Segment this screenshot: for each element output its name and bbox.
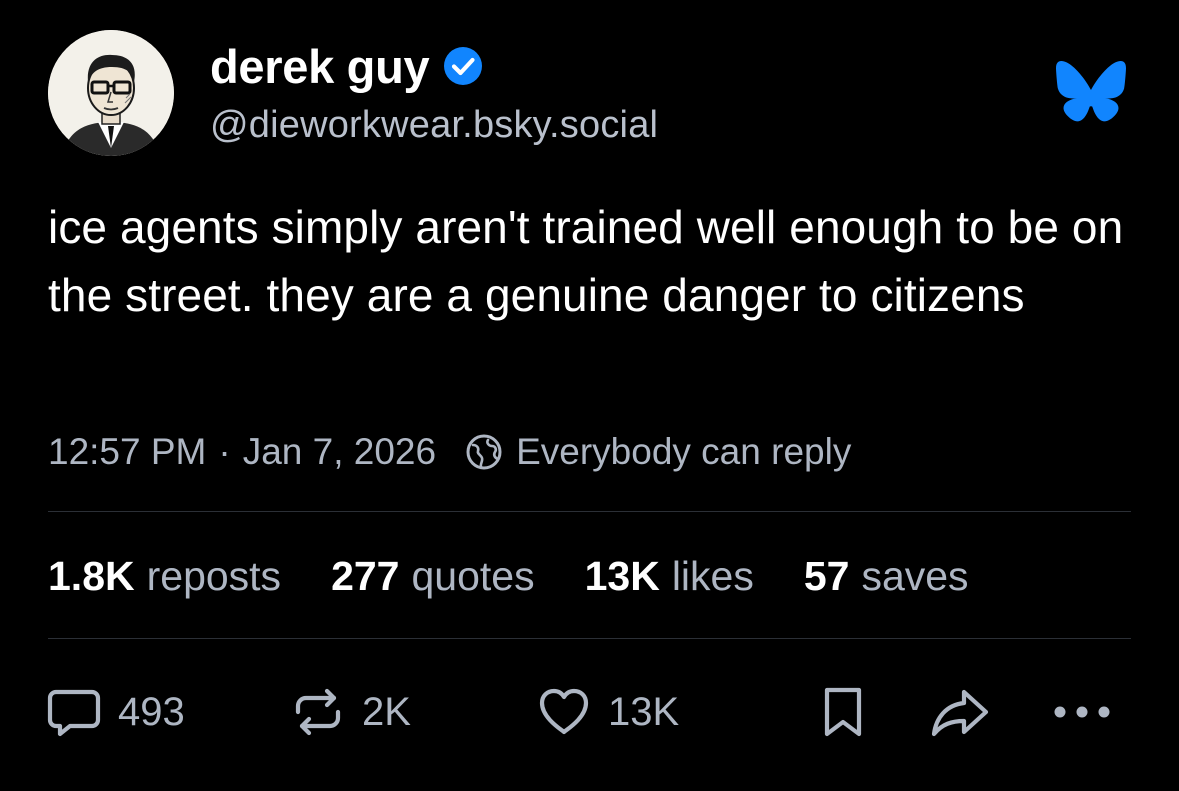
post-meta: 12:57 PM · Jan 7, 2026 Everybody can rep… [48, 425, 851, 479]
stat-likes[interactable]: 13K likes [585, 553, 754, 600]
stat-label: likes [671, 552, 754, 599]
stat-label: reposts [146, 552, 282, 599]
stat-label: quotes [411, 552, 535, 599]
stat-value: 13K [584, 552, 660, 599]
stat-value: 277 [331, 552, 400, 599]
repost-count: 2K [362, 689, 411, 734]
bookmark-icon [824, 687, 862, 737]
author-display-name[interactable]: derek guy [210, 39, 430, 94]
divider [48, 638, 1131, 639]
stat-saves[interactable]: 57 saves [804, 553, 969, 600]
author-name-row: derek guy [210, 38, 483, 94]
post-actions: 493 2K 13K [0, 682, 1179, 742]
post-time: 12:57 PM [48, 431, 207, 472]
stat-value: 1.8K [48, 552, 135, 599]
share-button[interactable] [930, 682, 990, 742]
engagement-stats: 1.8K reposts 277 quotes 13K likes 57 sav… [48, 548, 1019, 604]
heart-icon [539, 688, 589, 735]
avatar[interactable] [48, 30, 174, 156]
avatar-portrait-icon [48, 30, 174, 156]
reply-setting[interactable]: Everybody can reply [516, 431, 851, 473]
like-count: 13K [608, 689, 680, 734]
comment-bubble-icon [47, 689, 101, 737]
repost-button[interactable]: 2K [290, 682, 411, 742]
stat-reposts[interactable]: 1.8K reposts [48, 553, 281, 600]
author-handle[interactable]: @dieworkwear.bsky.social [210, 104, 658, 147]
stat-quotes[interactable]: 277 quotes [331, 553, 535, 600]
divider [48, 511, 1131, 512]
more-options-button[interactable] [1050, 682, 1114, 742]
verified-badge-icon[interactable] [443, 46, 483, 86]
like-button[interactable]: 13K [536, 682, 679, 742]
reply-button[interactable]: 493 [46, 682, 185, 742]
globe-icon [466, 434, 502, 470]
repost-arrows-icon [295, 688, 341, 736]
reply-count: 493 [118, 689, 185, 734]
post-date: Jan 7, 2026 [242, 431, 437, 472]
ellipsis-icon [1054, 706, 1110, 718]
stat-label: saves [861, 552, 969, 599]
bluesky-butterfly-icon [1056, 61, 1126, 122]
save-button[interactable] [818, 682, 868, 742]
post-detail: derek guy @dieworkwear.bsky.social ice a… [0, 0, 1179, 791]
post-text: ice agents simply aren't trained well en… [48, 201, 1124, 321]
stat-value: 57 [803, 552, 850, 599]
meta-separator: · [218, 431, 231, 472]
share-arrow-icon [931, 689, 989, 737]
